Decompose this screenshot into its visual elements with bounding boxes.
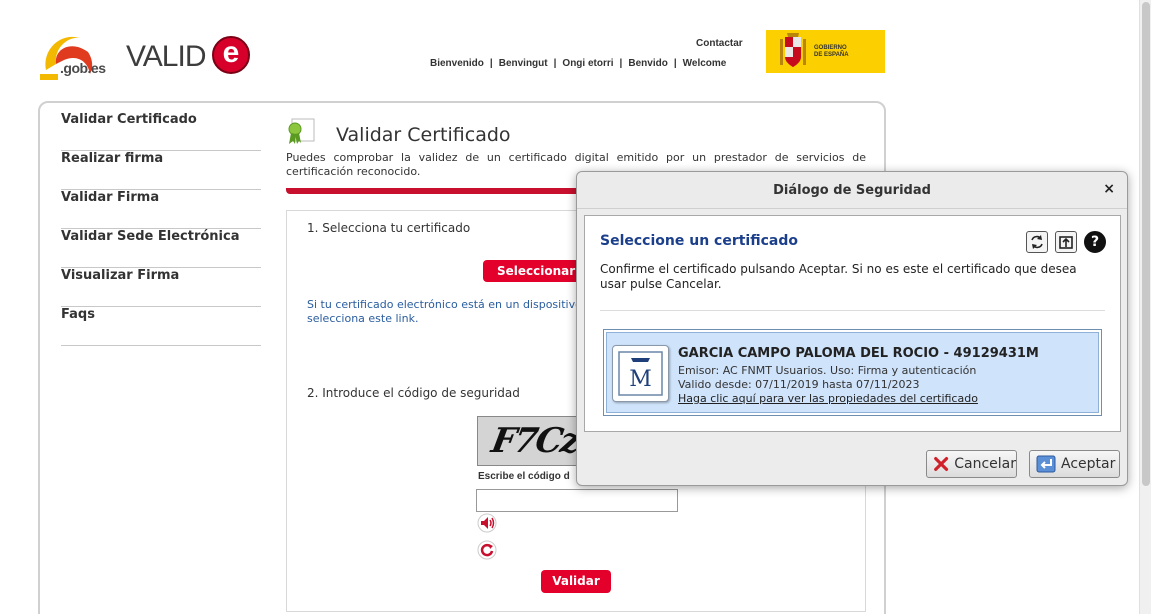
gob-es-logo[interactable]: .gob.es [40, 26, 114, 82]
dialog-titlebar[interactable]: Diálogo de Seguridad × [577, 172, 1127, 209]
close-icon[interactable]: × [1103, 181, 1115, 197]
enter-arrow-icon [1036, 455, 1056, 473]
step2-label: 2. Introduce el código de seguridad [307, 386, 520, 400]
scrollbar-thumb[interactable] [1142, 2, 1150, 486]
valide-logo-text: VALID [126, 40, 206, 73]
valide-e-badge: e [212, 36, 250, 74]
cancel-x-icon [934, 457, 949, 471]
page-title: Validar Certificado [336, 124, 511, 146]
certificate-list-item[interactable]: M GARCIA CAMPO PALOMA DEL ROCIO - 491294… [603, 329, 1102, 416]
lang-en[interactable]: Welcome [683, 58, 727, 69]
lang-es[interactable]: Bienvenido [430, 58, 484, 69]
open-file-icon[interactable] [1055, 231, 1077, 253]
refresh-certificates-icon[interactable] [1026, 231, 1048, 253]
sidebar-item-faqs[interactable]: Faqs [61, 307, 261, 346]
cancel-button-label: Cancelar [954, 456, 1016, 472]
accept-button[interactable]: Aceptar [1029, 450, 1120, 478]
dialog-divider [600, 310, 1105, 311]
sidebar-item-realizar-firma[interactable]: Realizar firma [61, 151, 261, 190]
dialog-heading: Seleccione un certificado [600, 233, 798, 249]
lang-separator: | [489, 58, 493, 69]
accept-button-label: Aceptar [1061, 456, 1116, 472]
captcha-label: Escribe el código d [478, 471, 570, 482]
lang-separator: | [619, 58, 623, 69]
security-dialog: Diálogo de Seguridad × Seleccione un cer… [576, 171, 1128, 486]
gobierno-text: GOBIERNO DE ESPAÑA [814, 45, 849, 59]
dialog-body: Seleccione un certificado ? Confirme el … [584, 215, 1121, 432]
fnmt-logo-letter: M [629, 367, 652, 392]
validate-button[interactable]: Validar [541, 570, 611, 593]
contact-link[interactable]: Contactar [696, 38, 743, 49]
lang-separator: | [553, 58, 557, 69]
sidebar-item-validar-certificado[interactable]: Validar Certificado [61, 112, 261, 151]
gov-text-line1: GOBIERNO [814, 44, 847, 51]
coat-of-arms-icon [780, 32, 806, 67]
sidebar-item-visualizar-firma[interactable]: Visualizar Firma [61, 268, 261, 307]
title-underline [286, 188, 586, 194]
fnmt-certificate-icon: M [612, 345, 669, 402]
certificate-icon [288, 118, 315, 144]
lang-eu[interactable]: Ongi etorri [562, 58, 613, 69]
certificate-item-selected[interactable]: M GARCIA CAMPO PALOMA DEL ROCIO - 491294… [606, 332, 1099, 413]
captcha-text: F7Cz [488, 421, 582, 461]
certificate-name: GARCIA CAMPO PALOMA DEL ROCIO - 49129431… [678, 346, 1039, 361]
certificate-validity: Valido desde: 07/11/2019 hasta 07/11/202… [678, 378, 920, 391]
speaker-icon[interactable] [477, 513, 497, 533]
certificate-properties-link[interactable]: Haga clic aquí para ver las propiedades … [678, 392, 978, 405]
cancel-button[interactable]: Cancelar [926, 450, 1017, 478]
lang-ca[interactable]: Benvingut [499, 58, 548, 69]
sidebar-item-validar-firma[interactable]: Validar Firma [61, 190, 261, 229]
mobile-device-link[interactable]: Si tu certificado electrónico está en un… [307, 298, 597, 326]
sidebar-item-validar-sede[interactable]: Validar Sede Electrónica [61, 229, 261, 268]
gov-text-line2: DE ESPAÑA [814, 51, 849, 58]
valide-logo[interactable]: VALID e [124, 36, 254, 80]
refresh-icon[interactable] [477, 540, 497, 560]
captcha-input[interactable] [476, 489, 678, 512]
page-scrollbar[interactable] [1139, 0, 1151, 614]
lang-separator: | [673, 58, 677, 69]
gob-es-text: .gob.es [60, 60, 106, 76]
language-bar: Bienvenido | Benvingut | Ongi etorri | Benv… [430, 58, 726, 69]
help-icon[interactable]: ? [1084, 231, 1106, 253]
certificate-issuer: Emisor: AC FNMT Usuarios. Uso: Firma y a… [678, 364, 977, 377]
sidebar-nav: Validar Certificado Realizar firma Valid… [61, 112, 261, 346]
step1-label: 1. Selecciona tu certificado [307, 221, 471, 235]
dialog-title: Diálogo de Seguridad [773, 183, 931, 198]
dialog-toolbar: ? [1026, 231, 1106, 253]
gobierno-espana-logo[interactable]: GOBIERNO DE ESPAÑA [766, 30, 885, 73]
dialog-message: Confirme el certificado pulsando Aceptar… [600, 262, 1077, 291]
lang-gl[interactable]: Benvido [628, 58, 667, 69]
